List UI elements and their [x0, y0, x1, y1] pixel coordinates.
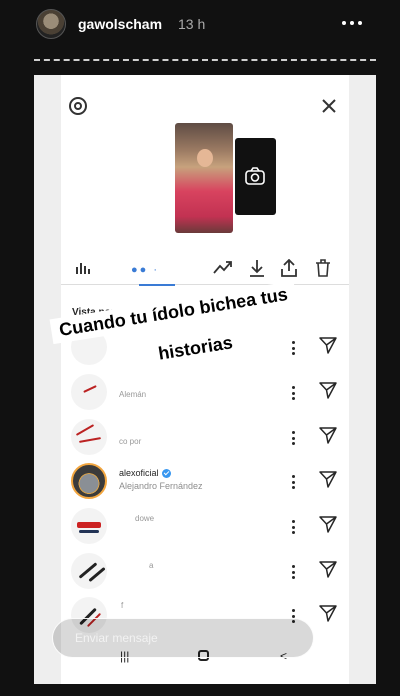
send-icon[interactable] — [319, 604, 337, 622]
send-icon[interactable] — [319, 560, 337, 578]
send-icon[interactable] — [323, 627, 349, 651]
insights-toolbar: ●● · — [61, 251, 349, 286]
viewer-row[interactable]: co por — [61, 417, 349, 457]
viewer-row[interactable]: dowe — [61, 506, 349, 546]
story-thumbnail[interactable] — [175, 123, 233, 233]
camera-icon — [245, 167, 265, 185]
viewer-name: f — [121, 601, 124, 610]
insights-screenshot: ●● · Vista por Alemán co por alexoficial… — [34, 75, 376, 684]
viewer-name: dowe — [135, 514, 155, 523]
share-icon[interactable] — [281, 259, 297, 277]
more-icon[interactable] — [292, 386, 296, 400]
viewer-row[interactable]: a — [61, 551, 349, 591]
viewer-row[interactable] — [61, 327, 349, 367]
viewer-name: Alemán — [119, 390, 147, 399]
more-icon[interactable] — [292, 341, 296, 355]
story-time: 13 h — [178, 16, 206, 32]
more-icon[interactable] — [292, 565, 296, 579]
story-progress-bar — [34, 59, 376, 61]
viewer-avatar[interactable] — [71, 553, 107, 589]
verified-badge-icon — [161, 469, 171, 479]
active-tab-indicator — [139, 284, 175, 286]
avatar[interactable] — [36, 9, 66, 39]
viewer-name: a — [149, 561, 154, 570]
send-icon[interactable] — [319, 381, 337, 399]
viewers-tab-icon[interactable]: ●● · — [131, 264, 159, 276]
message-placeholder: Enviar mensaje — [75, 631, 158, 645]
viewer-name: co por — [119, 437, 142, 446]
viewers-section-label: Vista por — [72, 307, 115, 318]
send-icon[interactable] — [319, 426, 337, 444]
viewer-row[interactable]: Alemán — [61, 372, 349, 412]
story-header: gawolscham 13 h — [0, 0, 400, 50]
download-icon[interactable] — [249, 259, 265, 277]
viewer-avatar[interactable] — [71, 463, 107, 499]
trash-icon[interactable] — [315, 259, 331, 277]
message-input[interactable]: Enviar mensaje — [52, 618, 314, 658]
settings-icon[interactable] — [69, 97, 87, 115]
viewer-avatar[interactable] — [71, 374, 107, 410]
viewer-avatar[interactable] — [71, 329, 107, 365]
send-icon[interactable] — [319, 515, 337, 533]
viewer-username: alexoficial — [119, 468, 171, 479]
trending-icon[interactable] — [213, 259, 233, 275]
add-story-thumbnail[interactable] — [235, 138, 276, 215]
viewer-row-alexoficial[interactable]: alexoficial Alejandro Fernández — [61, 461, 349, 501]
close-icon[interactable] — [320, 97, 338, 115]
more-icon[interactable] — [292, 431, 296, 445]
more-icon[interactable] — [292, 520, 296, 534]
more-icon[interactable] — [292, 475, 296, 489]
send-icon[interactable] — [319, 336, 337, 354]
viewer-avatar[interactable] — [71, 508, 107, 544]
viewer-avatar[interactable] — [71, 419, 107, 455]
more-icon[interactable] — [340, 12, 364, 34]
story-username[interactable]: gawolscham — [78, 16, 162, 32]
send-icon[interactable] — [319, 470, 337, 488]
viewer-fullname: Alejandro Fernández — [119, 481, 203, 491]
bar-chart-icon[interactable] — [75, 259, 91, 275]
